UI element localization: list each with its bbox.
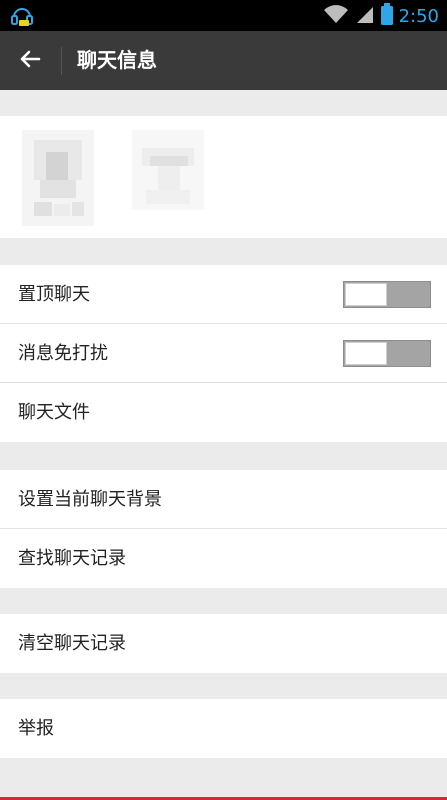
toggle-knob (345, 342, 387, 365)
report-label: 举报 (18, 718, 54, 739)
headset-notification-icon (10, 4, 34, 28)
settings-section-3: 清空聊天记录 (0, 614, 447, 673)
clear-chat-history-label: 清空聊天记录 (18, 633, 126, 654)
settings-section-1: 置顶聊天 消息免打扰 聊天文件 (0, 265, 447, 442)
clear-chat-history-row[interactable]: 清空聊天记录 (0, 614, 447, 673)
back-button[interactable] (12, 45, 48, 77)
settings-section-4: 举报 (0, 699, 447, 758)
status-bar: 2:50 (0, 0, 447, 31)
report-row[interactable]: 举报 (0, 699, 447, 758)
member-avatar[interactable] (22, 130, 94, 226)
page-title: 聊天信息 (77, 48, 157, 72)
set-chat-background-row[interactable]: 设置当前聊天背景 (0, 470, 447, 529)
wifi-icon (323, 4, 349, 28)
battery-icon (380, 3, 393, 29)
search-chat-history-label: 查找聊天记录 (18, 548, 126, 569)
mute-notifications-toggle[interactable] (343, 340, 431, 367)
pin-chat-label: 置顶聊天 (18, 284, 90, 305)
set-chat-background-label: 设置当前聊天背景 (18, 489, 162, 510)
settings-section-2: 设置当前聊天背景 查找聊天记录 (0, 470, 447, 588)
cell-signal-icon (355, 4, 375, 28)
app-bar: 聊天信息 (0, 31, 447, 90)
search-chat-history-row[interactable]: 查找聊天记录 (0, 529, 447, 588)
clock-time: 2:50 (398, 5, 439, 27)
pin-chat-row[interactable]: 置顶聊天 (0, 265, 447, 324)
toggle-knob (345, 283, 387, 306)
member-avatars-section (0, 116, 447, 238)
pin-chat-toggle[interactable] (343, 281, 431, 308)
chat-files-label: 聊天文件 (18, 402, 90, 423)
mute-notifications-label: 消息免打扰 (18, 343, 108, 364)
arrow-left-icon (18, 47, 42, 75)
member-avatar[interactable] (132, 130, 204, 226)
mute-notifications-row[interactable]: 消息免打扰 (0, 324, 447, 383)
chat-files-row[interactable]: 聊天文件 (0, 383, 447, 442)
toolbar-divider (61, 47, 62, 75)
